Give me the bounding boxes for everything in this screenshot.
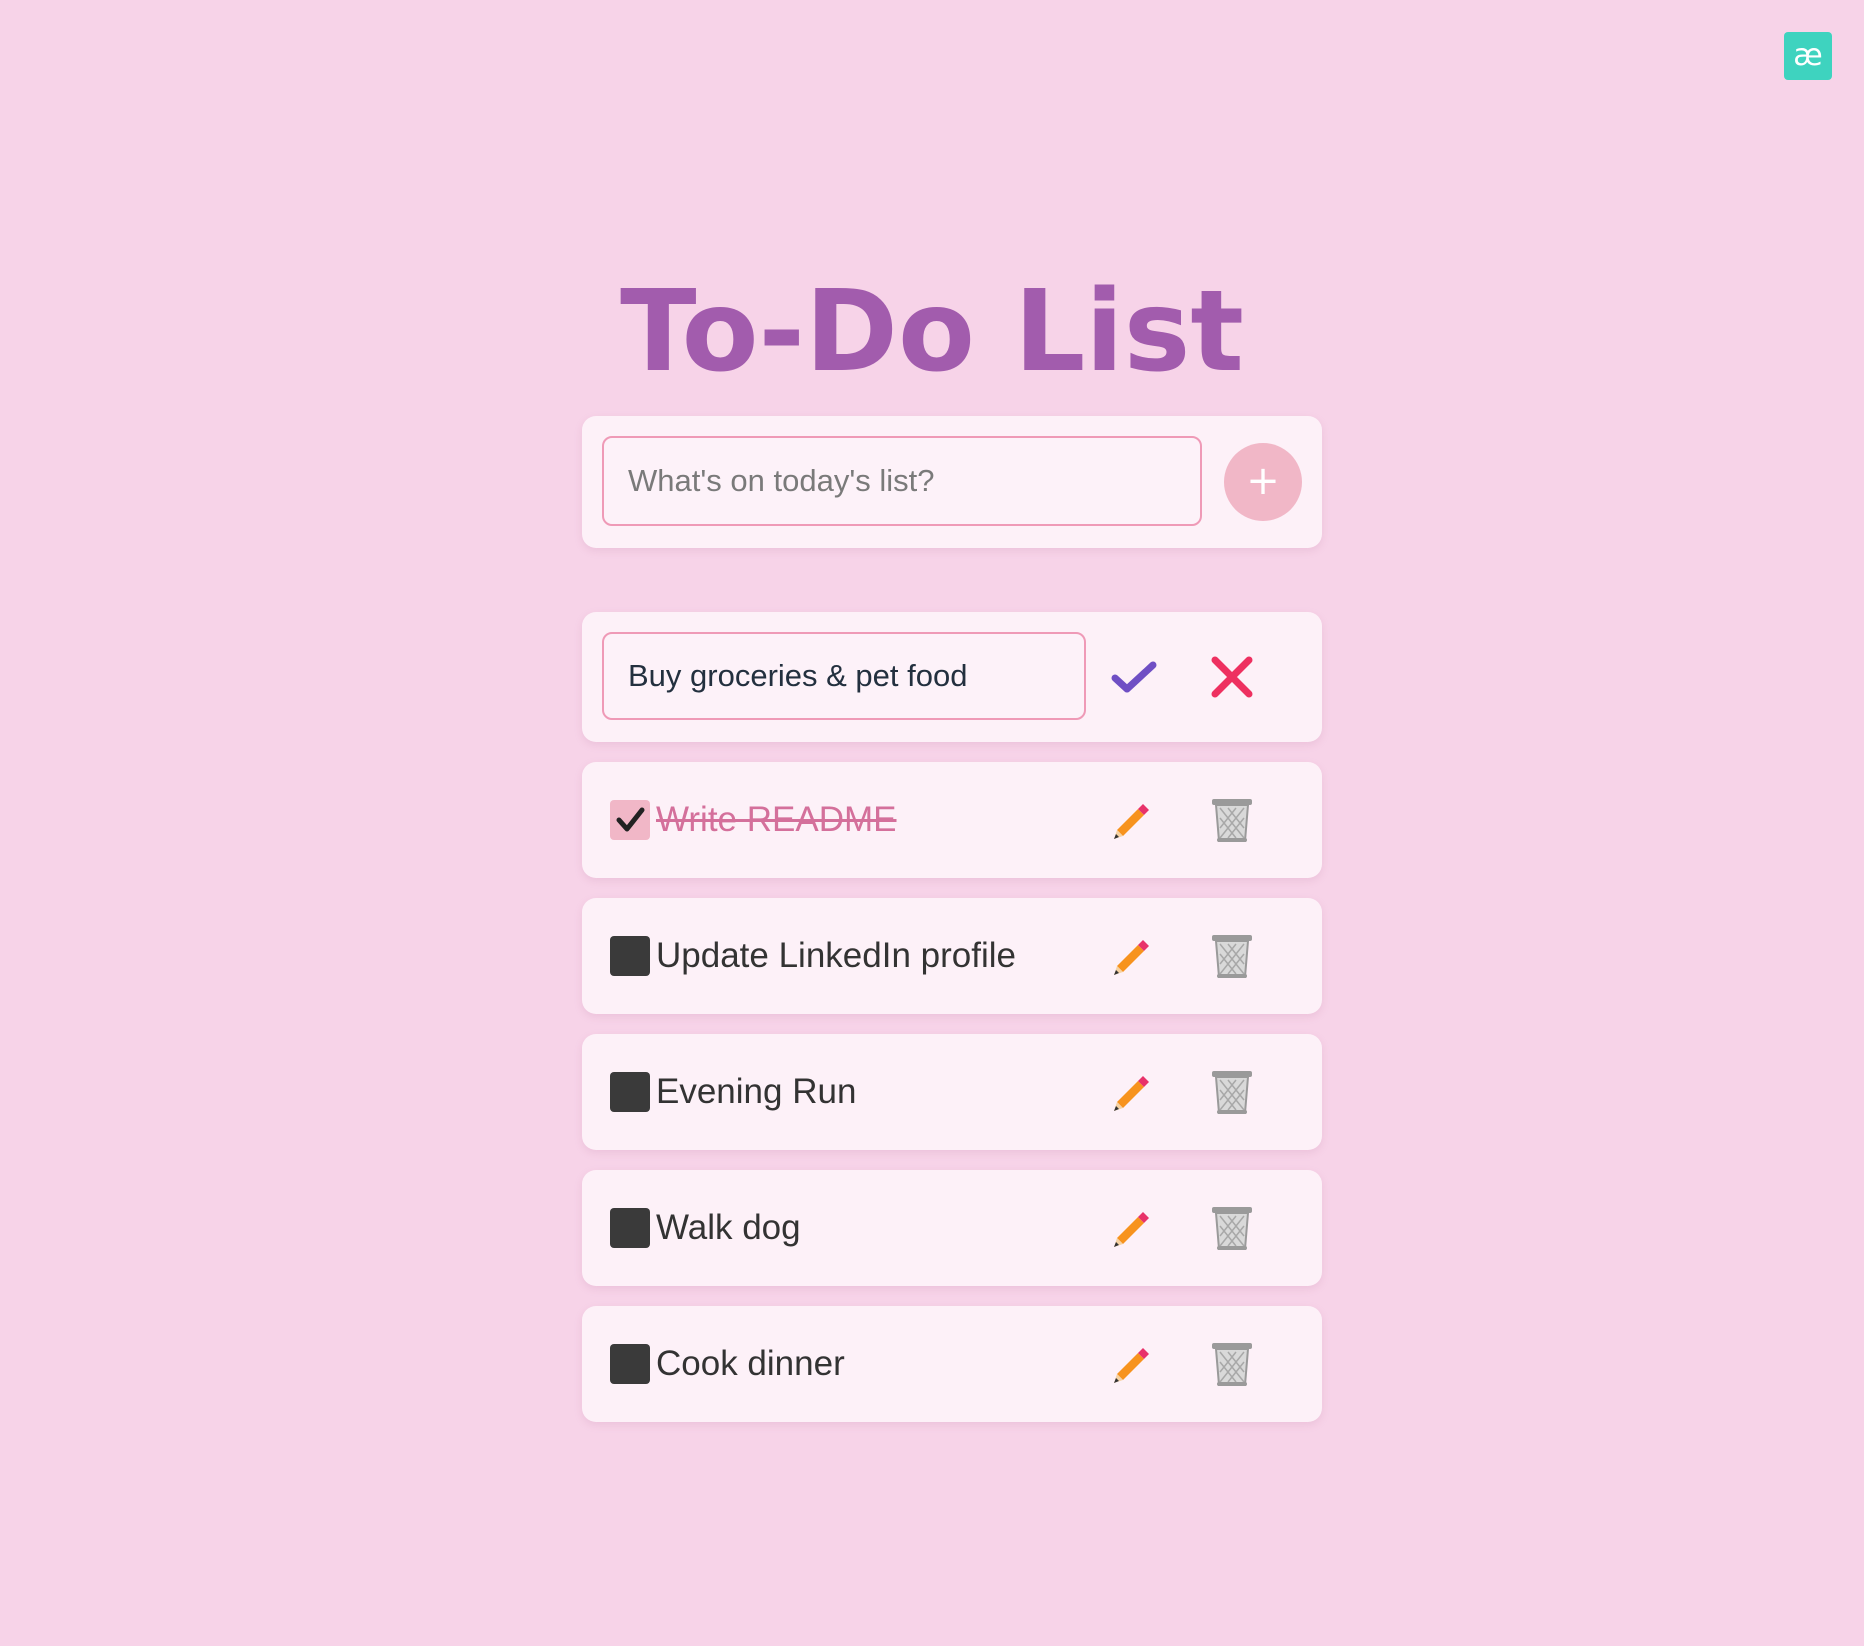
task-label: Evening Run: [656, 1072, 857, 1111]
task-row: Write README: [582, 762, 1322, 878]
delete-task-button[interactable]: [1204, 792, 1260, 848]
pencil-icon: [1114, 940, 1149, 975]
task-checkbox[interactable]: [610, 1208, 650, 1248]
delete-task-button[interactable]: [1204, 1336, 1260, 1392]
trash-icon: [1212, 1343, 1252, 1386]
save-edit-button[interactable]: [1106, 649, 1162, 705]
pencil-icon: [1114, 1212, 1149, 1247]
edit-task-input[interactable]: [602, 632, 1086, 720]
add-task-panel: +: [582, 416, 1322, 548]
task-row-editing: [582, 612, 1322, 742]
trash-icon: [1212, 935, 1252, 978]
edit-task-button[interactable]: [1104, 928, 1160, 984]
task-label: Write README: [656, 800, 897, 839]
trash-icon: [1212, 1071, 1252, 1114]
task-checkbox[interactable]: [610, 936, 650, 976]
edit-task-button[interactable]: [1104, 792, 1160, 848]
check-icon: [1111, 661, 1157, 693]
add-task-button[interactable]: +: [1224, 443, 1302, 521]
trash-icon: [1212, 1207, 1252, 1250]
pencil-icon: [1114, 1076, 1149, 1111]
pencil-icon: [1114, 1348, 1149, 1383]
edit-task-button[interactable]: [1104, 1064, 1160, 1120]
task-label: Cook dinner: [656, 1344, 845, 1383]
edit-task-button[interactable]: [1104, 1336, 1160, 1392]
task-label: Update LinkedIn profile: [656, 936, 1016, 975]
close-icon: [1211, 656, 1253, 698]
delete-task-button[interactable]: [1204, 1200, 1260, 1256]
task-row: Update LinkedIn profile: [582, 898, 1322, 1014]
task-checkbox[interactable]: [610, 1344, 650, 1384]
page-title: To-Do List: [620, 267, 1244, 397]
edit-task-button[interactable]: [1104, 1200, 1160, 1256]
brand-logo: æ: [1784, 32, 1832, 80]
task-checkbox[interactable]: [610, 1072, 650, 1112]
task-row: Evening Run: [582, 1034, 1322, 1150]
trash-icon: [1212, 799, 1252, 842]
task-label: Walk dog: [656, 1208, 801, 1247]
new-task-input[interactable]: [602, 436, 1202, 526]
cancel-edit-button[interactable]: [1204, 649, 1260, 705]
pencil-icon: [1114, 804, 1149, 839]
delete-task-button[interactable]: [1204, 928, 1260, 984]
task-checkbox[interactable]: [610, 800, 650, 840]
checkmark-icon: [616, 807, 645, 832]
task-row: Walk dog: [582, 1170, 1322, 1286]
task-row: Cook dinner: [582, 1306, 1322, 1422]
delete-task-button[interactable]: [1204, 1064, 1260, 1120]
